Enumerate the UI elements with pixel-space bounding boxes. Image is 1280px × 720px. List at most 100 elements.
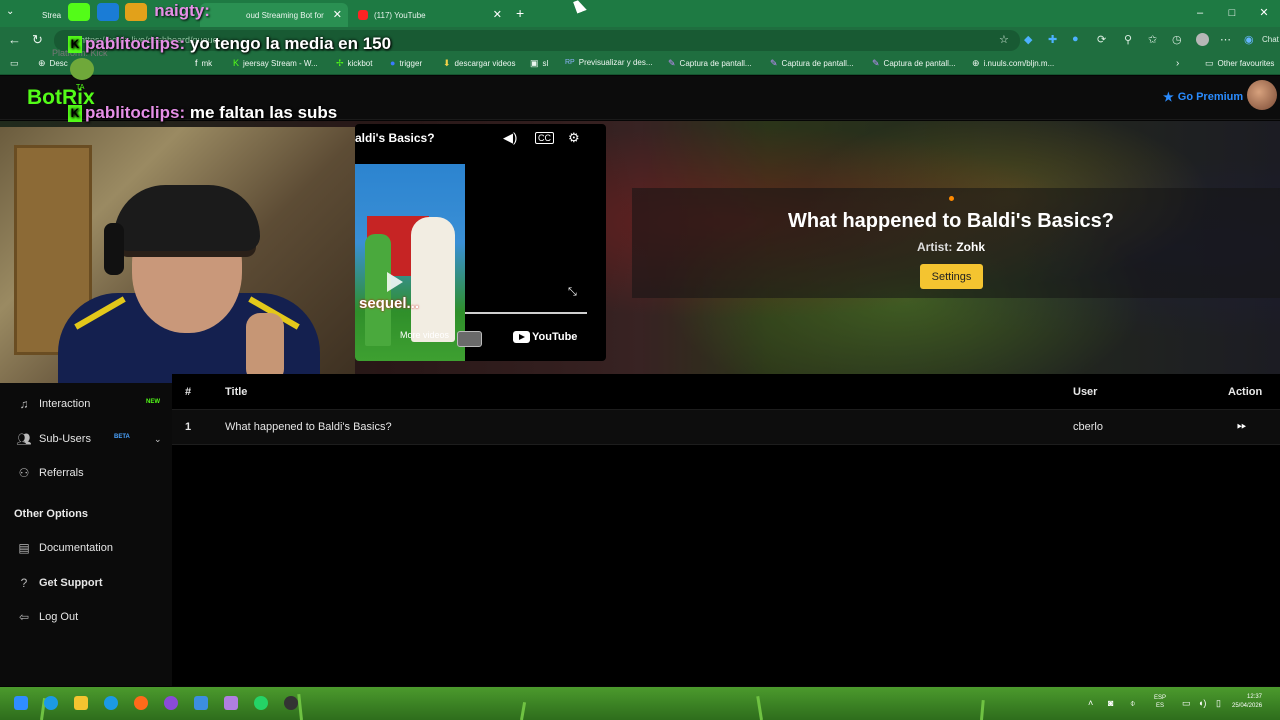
maximize-button[interactable]: □	[1216, 0, 1248, 27]
sidebar-item-get-support[interactable]: ? Get Support	[16, 576, 168, 590]
chevron-right-icon[interactable]: ›	[1176, 58, 1179, 69]
discord-icon[interactable]	[164, 696, 178, 710]
sidebar-item-referrals[interactable]: ⚇ Referrals	[16, 466, 168, 480]
language-code: ESP	[1154, 695, 1167, 701]
webcam-hand	[246, 313, 284, 383]
avatar[interactable]	[1247, 80, 1277, 110]
kick-emote-icon	[68, 2, 90, 21]
chat-text: me faltan las subs	[189, 103, 338, 122]
extension-icon[interactable]: ✚	[1048, 33, 1057, 46]
refresh-icon[interactable]: ↻	[32, 32, 43, 48]
more-icon[interactable]: ⋯	[1220, 33, 1231, 46]
battery-icon[interactable]: ▯	[1216, 698, 1221, 709]
chevron-down-icon[interactable]: ⌄	[154, 434, 162, 445]
video-overlay-text: sequel...	[359, 295, 420, 312]
extension-icon[interactable]: ◆	[1024, 33, 1032, 46]
bookmark-item[interactable]: ✎ Captura de pantall...	[668, 58, 752, 69]
youtube-player[interactable]: aldi's Basics? ◀) CC ⚙ sequel... ⤡ More …	[355, 124, 606, 361]
sidebar-item-sub-users[interactable]: 👥︎ Sub-Users BETA ⌄	[16, 432, 168, 446]
bookmark-item[interactable]: ⊕ i.nuuls.com/bljn.m...	[972, 58, 1054, 69]
tab-list-icon[interactable]: ⌄	[6, 6, 14, 17]
close-window-button[interactable]: ✕	[1248, 0, 1280, 27]
tray-chevron-up-icon[interactable]: ˄	[1088, 698, 1093, 708]
back-icon[interactable]: ←	[8, 32, 21, 47]
browser-icon[interactable]	[104, 696, 118, 710]
sidebar-item-interaction[interactable]: ♫ Interaction NEW	[16, 397, 168, 411]
bookmark-item[interactable]: ● trigger	[390, 58, 422, 68]
history-icon[interactable]: ◷	[1172, 33, 1182, 46]
volume-icon[interactable]: ◀)	[503, 130, 517, 146]
discord-tray-icon[interactable]: ◙	[1108, 698, 1113, 708]
other-favourites[interactable]: ▭ Other favourites	[1205, 58, 1274, 69]
edge-icon[interactable]	[44, 696, 58, 710]
column-header-action: Action	[1228, 386, 1263, 398]
new-badge: NEW	[146, 399, 160, 405]
captions-icon[interactable]: CC	[535, 132, 554, 144]
sidebar-item-documentation[interactable]: ▤ Documentation	[16, 541, 168, 555]
bookmark-item[interactable]: ⬇ descargar videos	[443, 58, 515, 69]
bookmark-item[interactable]: ▣ sl	[530, 58, 548, 69]
more-videos-thumbnail[interactable]	[457, 331, 482, 347]
network-icon[interactable]: ▭	[1182, 698, 1191, 709]
gear-icon[interactable]: ⚙	[568, 130, 580, 146]
minimize-button[interactable]: –	[1184, 0, 1216, 27]
extension-icon[interactable]: ●	[1072, 33, 1079, 45]
column-header-title: Title	[225, 386, 248, 398]
tab-label: Strea	[42, 10, 62, 20]
bookmarks-icon[interactable]: ▭	[10, 58, 23, 69]
sidebar-item-log-out[interactable]: ⇦ Log Out	[16, 610, 168, 624]
clock[interactable]: 12:37 25/04/2026	[1232, 693, 1262, 711]
tab-botrix[interactable]: oud Streaming Bot for ✕	[200, 3, 348, 27]
music-icon: ♫	[19, 397, 29, 411]
logo-sub: TA	[76, 84, 85, 91]
favorites-icon[interactable]: ✩	[1148, 33, 1157, 46]
bookmark-item[interactable]: f mk	[195, 58, 212, 68]
copilot-icon[interactable]: ◉	[1244, 33, 1254, 46]
pen-icon[interactable]	[224, 696, 238, 710]
start-icon[interactable]	[14, 696, 28, 710]
app-icon[interactable]	[134, 696, 148, 710]
language-indicator[interactable]: ESP ES	[1154, 694, 1166, 710]
play-icon[interactable]	[387, 272, 403, 292]
close-tab-icon[interactable]: ✕	[493, 8, 502, 21]
box-icon: ▣	[530, 58, 539, 68]
bookmark-item[interactable]: ✎ Captura de pantall...	[770, 58, 854, 69]
bookmark-item[interactable]: ⊕ Desc	[38, 58, 68, 69]
volume-icon[interactable]: ◖)	[1198, 698, 1206, 708]
bookmark-item[interactable]: RP Previsualizar y des...	[565, 58, 653, 67]
profile-icon[interactable]	[1196, 33, 1209, 46]
obs-icon[interactable]	[284, 696, 298, 710]
whatsapp-icon[interactable]	[254, 696, 268, 710]
pen-icon: ✎	[668, 58, 676, 68]
mic-icon[interactable]: ⌽	[1130, 698, 1135, 709]
bookmark-item[interactable]: ✢ kickbot	[336, 58, 372, 69]
tab-youtube[interactable]: (117) YouTube ✕	[350, 3, 508, 27]
new-tab-button[interactable]: +	[516, 5, 524, 21]
extension-icon[interactable]: ⟳	[1097, 33, 1106, 46]
more-videos-label[interactable]: More videos	[400, 330, 449, 340]
fullscreen-icon[interactable]: ⤡	[568, 286, 577, 299]
folder-icon[interactable]	[74, 696, 88, 710]
bookmark-item[interactable]: Kjeersay Stream - W...	[233, 58, 318, 68]
grass-decoration	[520, 702, 527, 720]
clock-date: 25/04/2026	[1232, 703, 1263, 709]
video-title[interactable]: aldi's Basics?	[355, 131, 435, 145]
skip-to-icon[interactable]: ⏩︎	[1237, 418, 1247, 433]
extension-icon[interactable]: ⚲	[1124, 33, 1132, 46]
bookmark-item[interactable]: ✎ Captura de pantall...	[872, 58, 956, 69]
users-icon: 👥︎	[16, 432, 32, 446]
download-icon: ⬇	[443, 58, 451, 68]
chat-label[interactable]: Chat	[1262, 35, 1279, 44]
app-icon[interactable]	[194, 696, 208, 710]
go-premium-button[interactable]: ★ Go Premium	[1163, 90, 1243, 104]
settings-button[interactable]: Settings	[920, 264, 983, 289]
youtube-icon	[513, 331, 530, 343]
table-row[interactable]: 1 What happened to Baldi's Basics? cberl…	[172, 410, 1280, 445]
tab-stream[interactable]: Strea	[28, 3, 68, 27]
star-icon[interactable]: ☆	[999, 33, 1009, 46]
close-tab-icon[interactable]: ✕	[333, 8, 342, 21]
beta-badge: BETA	[114, 434, 130, 440]
youtube-logo[interactable]: YouTube	[513, 331, 577, 343]
video-progress-bar[interactable]	[465, 312, 587, 314]
bookmarks-bar: ▭ ⊕ Desc f mk Kjeersay Stream - W... ✢ kick…	[0, 53, 1280, 75]
